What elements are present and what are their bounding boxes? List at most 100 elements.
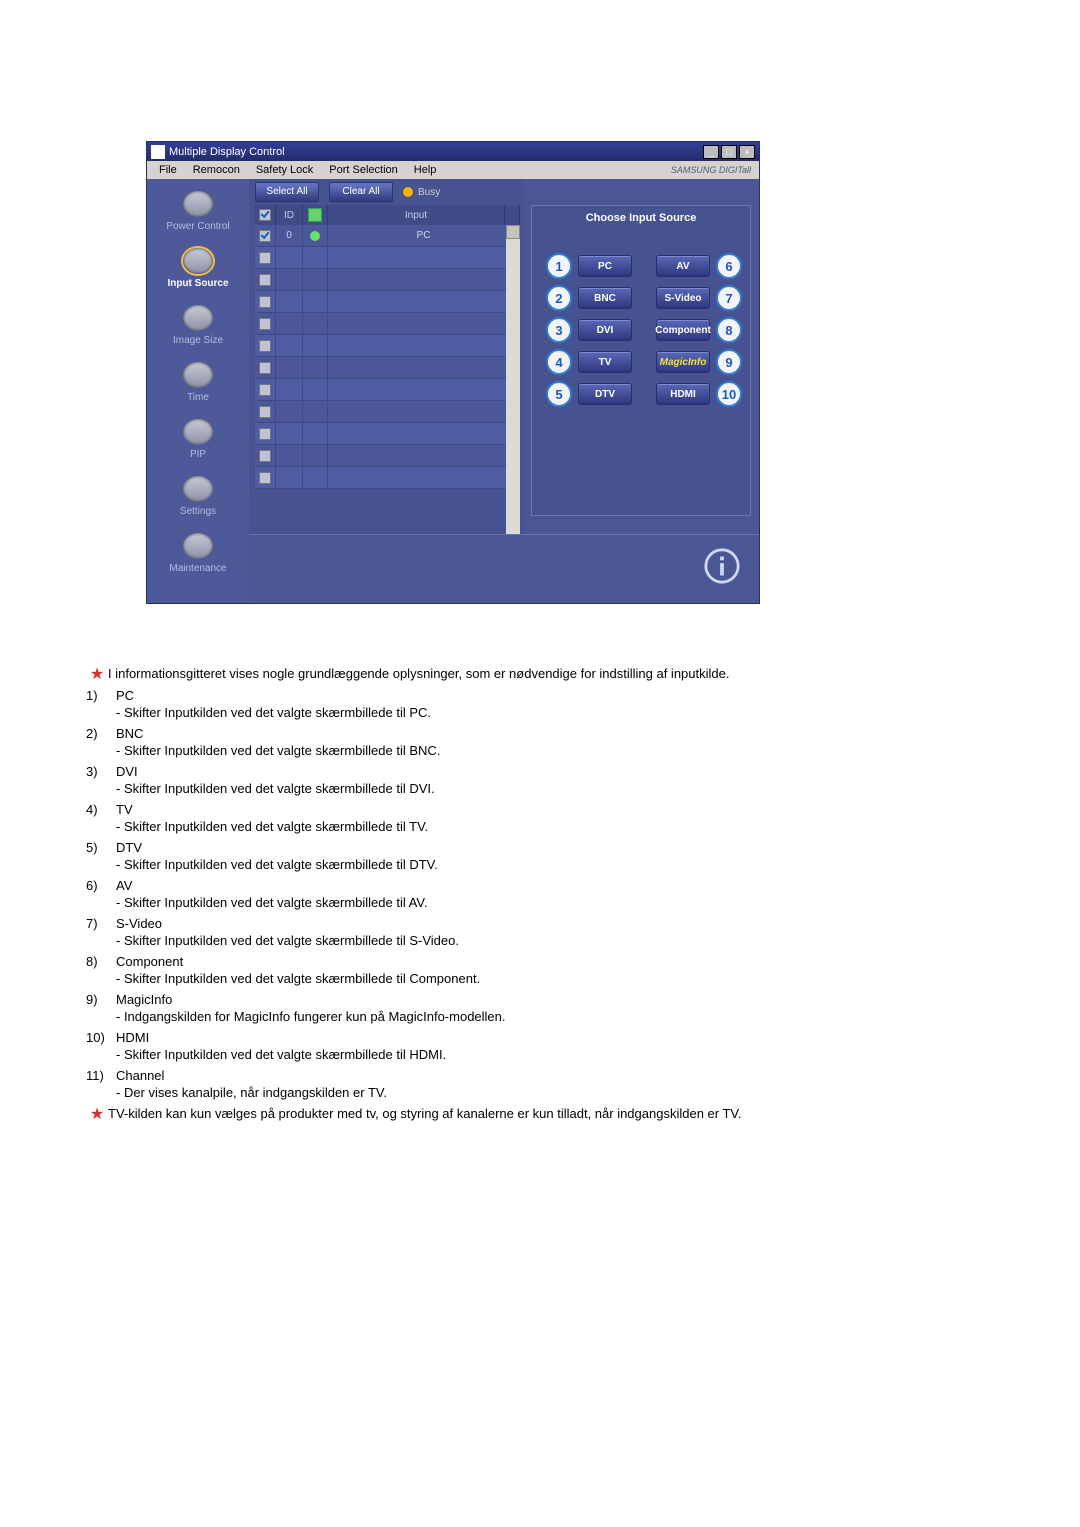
item-desc: - Skifter Inputkilden ved det valgte skæ…	[116, 781, 435, 796]
sidebar-item-settings[interactable]: Settings	[147, 464, 249, 521]
header-checkbox[interactable]	[255, 205, 276, 225]
table-row[interactable]	[255, 423, 520, 445]
source-row: HDMI10	[656, 382, 742, 406]
footer-bar	[249, 534, 759, 603]
scroll-up-button[interactable]	[506, 225, 520, 239]
row-checkbox[interactable]	[255, 401, 276, 422]
item-number: 4)	[86, 802, 116, 834]
row-status	[303, 445, 328, 466]
source-row: 1PC	[546, 254, 632, 278]
item-name: Channel	[116, 1068, 387, 1083]
app-body: Power Control Input Source Image Size Ti…	[147, 179, 759, 603]
table-row[interactable]	[255, 269, 520, 291]
sidebar-item-label: Time	[187, 392, 209, 403]
item-name: AV	[116, 878, 427, 893]
source-button-tv[interactable]: TV	[578, 351, 632, 373]
row-id	[276, 379, 303, 400]
source-button-component[interactable]: Component	[656, 319, 710, 341]
table-row[interactable]	[255, 313, 520, 335]
sidebar-item-pip[interactable]: PIP	[147, 407, 249, 464]
row-id	[276, 423, 303, 444]
source-button-dtv[interactable]: DTV	[578, 383, 632, 405]
table-row[interactable]	[255, 401, 520, 423]
row-id: 0	[276, 225, 303, 246]
intro-note: ★ I informationsgitteret vises nogle gru…	[86, 666, 990, 684]
table-row[interactable]: 0 PC	[255, 225, 520, 247]
row-checkbox[interactable]	[255, 467, 276, 488]
row-checkbox[interactable]	[255, 291, 276, 312]
table-row[interactable]	[255, 467, 520, 489]
sidebar-item-image-size[interactable]: Image Size	[147, 293, 249, 350]
row-input	[328, 335, 520, 356]
row-input	[328, 401, 520, 422]
source-button-pc[interactable]: PC	[578, 255, 632, 277]
header-status-icon	[303, 205, 328, 225]
row-checkbox[interactable]	[255, 423, 276, 444]
item-name: TV	[116, 802, 428, 817]
source-button-hdmi[interactable]: HDMI	[656, 383, 710, 405]
row-checkbox[interactable]	[255, 445, 276, 466]
menu-help[interactable]: Help	[406, 164, 445, 176]
sidebar-item-maintenance[interactable]: Maintenance	[147, 521, 249, 578]
sidebar-item-input-source[interactable]: Input Source	[147, 236, 249, 293]
sidebar: Power Control Input Source Image Size Ti…	[147, 179, 250, 603]
row-input: PC	[328, 225, 520, 246]
sidebar-item-label: Power Control	[166, 221, 229, 232]
row-id	[276, 247, 303, 268]
item-name: DVI	[116, 764, 435, 779]
table-row[interactable]	[255, 357, 520, 379]
menu-remocon[interactable]: Remocon	[185, 164, 248, 176]
source-button-dvi[interactable]: DVI	[578, 319, 632, 341]
source-button-bnc[interactable]: BNC	[578, 287, 632, 309]
row-status	[303, 379, 328, 400]
row-checkbox[interactable]	[255, 269, 276, 290]
grid-header: ID Input	[255, 205, 520, 225]
number-badge: 4	[546, 349, 572, 375]
table-row[interactable]	[255, 445, 520, 467]
settings-icon	[183, 476, 213, 502]
row-checkbox[interactable]	[255, 225, 276, 246]
menu-safety-lock[interactable]: Safety Lock	[248, 164, 321, 176]
row-status	[303, 423, 328, 444]
row-status	[303, 225, 328, 246]
table-row[interactable]	[255, 379, 520, 401]
source-button-magicinfo[interactable]: MagicInfo	[656, 351, 710, 373]
panel-title: Choose Input Source	[532, 206, 750, 230]
number-badge: 5	[546, 381, 572, 407]
list-item: 11)Channel- Der vises kanalpile, når ind…	[86, 1068, 990, 1100]
sidebar-item-label: Settings	[180, 506, 216, 517]
table-row[interactable]	[255, 291, 520, 313]
row-checkbox[interactable]	[255, 379, 276, 400]
list-item: 7)S-Video- Skifter Inputkilden ved det v…	[86, 916, 990, 948]
row-id	[276, 401, 303, 422]
source-row: 4 TV	[546, 350, 632, 374]
item-number: 10)	[86, 1030, 116, 1062]
clear-all-button[interactable]: Clear All	[329, 182, 393, 202]
window-title: Multiple Display Control	[169, 146, 285, 158]
sidebar-item-time[interactable]: Time	[147, 350, 249, 407]
menu-port-selection[interactable]: Port Selection	[321, 164, 405, 176]
row-id	[276, 467, 303, 488]
row-checkbox[interactable]	[255, 247, 276, 268]
source-button-s-video[interactable]: S-Video	[656, 287, 710, 309]
row-checkbox[interactable]	[255, 335, 276, 356]
list-item: 5)DTV- Skifter Inputkilden ved det valgt…	[86, 840, 990, 872]
maximize-button[interactable]: □	[721, 145, 737, 159]
footnote: ★ TV-kilden kan kun vælges på produkter …	[86, 1106, 990, 1124]
row-checkbox[interactable]	[255, 357, 276, 378]
brand-label: SAMSUNG DIGITall	[663, 165, 759, 175]
busy-label: Busy	[418, 187, 440, 198]
select-all-button[interactable]: Select All	[255, 182, 319, 202]
row-status	[303, 335, 328, 356]
minimize-button[interactable]: _	[703, 145, 719, 159]
close-button[interactable]: ×	[739, 145, 755, 159]
menu-file[interactable]: File	[151, 164, 185, 176]
item-desc: - Skifter Inputkilden ved det valgte skæ…	[116, 1047, 446, 1062]
item-desc: - Skifter Inputkilden ved det valgte skæ…	[116, 743, 440, 758]
source-row: 5 DTV	[546, 382, 632, 406]
table-row[interactable]	[255, 247, 520, 269]
table-row[interactable]	[255, 335, 520, 357]
row-checkbox[interactable]	[255, 313, 276, 334]
source-button-av[interactable]: AV	[656, 255, 710, 277]
sidebar-item-power-control[interactable]: Power Control	[147, 179, 249, 236]
